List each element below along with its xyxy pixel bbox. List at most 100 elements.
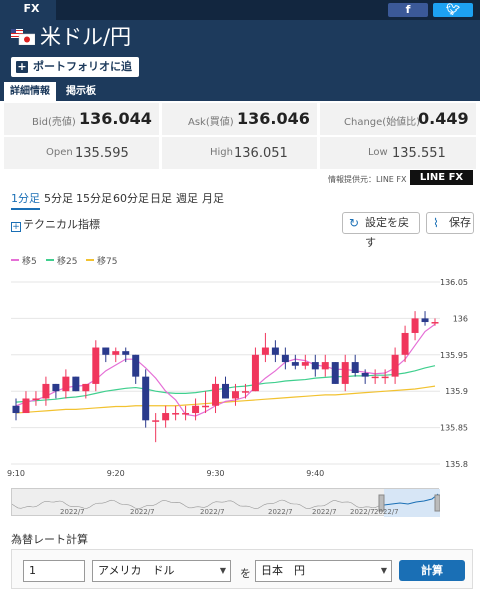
- candle-body: [391, 354, 399, 377]
- page-title: 米ドル/円: [40, 25, 132, 49]
- change-value: 0.449: [418, 109, 469, 128]
- candle-body: [42, 383, 50, 399]
- tab-board[interactable]: 掲示板: [60, 82, 102, 101]
- legend-swatch: [11, 259, 19, 261]
- navigator-date-label: 2022/7: [60, 508, 85, 516]
- candle-body: [241, 391, 249, 393]
- change-cell: Change(始値比) 0.449: [320, 103, 476, 135]
- legend-ma25: 移25: [46, 254, 77, 267]
- period-60min[interactable]: 60分足: [113, 190, 149, 206]
- candle-body: [162, 413, 170, 421]
- period-5min[interactable]: 5分足: [44, 190, 73, 206]
- tab-details[interactable]: 詳細情報: [4, 82, 56, 101]
- low-value: 135.551: [392, 146, 446, 161]
- period-15min[interactable]: 15分足: [76, 190, 112, 206]
- to-currency-select[interactable]: 日本 円: [255, 560, 392, 582]
- candle-body: [261, 347, 269, 355]
- high-value: 136.051: [234, 146, 288, 161]
- y-tick-label: 135.9: [445, 387, 468, 396]
- ask-label: Ask(買値): [188, 117, 234, 128]
- candle-body: [72, 376, 80, 392]
- header: FX f 🐦︎ 米ドル/円 + ポートフォリオに追加: [0, 0, 480, 93]
- x-tick-label: 9:10: [7, 469, 25, 478]
- navigator-date-label: 2022/7: [268, 508, 293, 516]
- legend-ma75: 移75: [86, 254, 117, 267]
- plus-icon: +: [11, 222, 21, 232]
- y-tick-label: 135.85: [440, 424, 468, 433]
- y-tick-label: 135.8: [445, 460, 468, 469]
- candle-body: [321, 362, 329, 370]
- save-button[interactable]: ⌇ 保存: [426, 212, 474, 234]
- candle-body: [32, 398, 40, 400]
- price-chart[interactable]: 136.05 136 135.95 135.9 135.85 135.8 9:10 9:20 9…: [0, 270, 480, 480]
- candle-body: [301, 362, 309, 366]
- candle-body: [122, 351, 130, 355]
- candle-body: [401, 332, 409, 355]
- candle-body: [172, 413, 180, 415]
- twitter-icon[interactable]: 🐦︎: [433, 3, 473, 17]
- paperclip-icon: ⌇: [433, 216, 439, 230]
- fx-tab[interactable]: FX: [8, 0, 55, 20]
- candle-body: [421, 318, 429, 323]
- candle-body: [202, 405, 210, 408]
- legend-ma5-label: 移5: [22, 257, 37, 267]
- y-tick-label: 135.95: [440, 351, 468, 360]
- candle-body: [22, 398, 30, 414]
- ask-value: 136.046: [237, 109, 310, 128]
- navigator-date-label: 2022/7: [312, 508, 337, 516]
- navigator-date-label: 2022/7: [200, 508, 225, 516]
- high-label: High: [210, 147, 233, 158]
- navigator-right-handle: [434, 494, 441, 512]
- change-label: Change(始値比): [344, 117, 421, 128]
- technical-indicator-toggle[interactable]: + テクニカル指標: [11, 216, 100, 232]
- y-tick-label: 136.05: [440, 278, 468, 287]
- range-navigator[interactable]: 2022/7 2022/7 2022/7 2022/7 2022/7 2022/7 2022…: [11, 488, 441, 517]
- line-fx-logo[interactable]: LINE FX: [410, 170, 473, 185]
- from-currency-select[interactable]: アメリカ ドル: [92, 560, 231, 582]
- facebook-icon[interactable]: f: [388, 3, 428, 17]
- candle-body: [212, 383, 220, 406]
- legend-swatch: [46, 259, 54, 261]
- reset-settings-label: 設定を戻す: [365, 216, 409, 249]
- candle-body: [82, 383, 90, 392]
- x-tick-label: 9:20: [107, 469, 125, 478]
- candle-body: [112, 351, 120, 355]
- candle-body: [311, 362, 319, 370]
- technical-indicator-label: テクニカル指標: [23, 218, 100, 231]
- candle-body: [92, 347, 100, 384]
- connector-label: を: [240, 567, 251, 580]
- candle-body: [132, 354, 140, 377]
- candle-body: [192, 405, 200, 414]
- candle-body: [361, 373, 369, 377]
- refresh-icon: ↻: [349, 216, 360, 230]
- candle-body: [381, 376, 389, 379]
- calculate-button[interactable]: 計算: [399, 560, 465, 581]
- reset-settings-button[interactable]: ↻ 設定を戻す: [342, 212, 420, 249]
- period-monthly[interactable]: 月足: [202, 190, 224, 206]
- period-1min[interactable]: 1分足: [11, 190, 40, 210]
- legend-ma5: 移5: [11, 254, 37, 267]
- x-tick-label: 9:30: [207, 469, 225, 478]
- candle-body: [431, 322, 439, 324]
- ask-cell: Ask(買値) 136.046: [162, 103, 317, 135]
- us-jp-flag-icon: [11, 29, 35, 45]
- bid-label: Bid(売値): [32, 117, 76, 128]
- low-label: Low: [368, 147, 388, 158]
- period-daily[interactable]: 日足: [150, 190, 172, 206]
- y-tick-label: 136: [453, 314, 468, 323]
- period-weekly[interactable]: 週足: [176, 190, 198, 206]
- bid-cell: Bid(売値) 136.044: [4, 103, 159, 135]
- open-label: Open: [46, 147, 73, 158]
- add-to-portfolio-button[interactable]: + ポートフォリオに追加: [11, 57, 139, 93]
- candle-body: [62, 376, 70, 392]
- candle-body: [142, 376, 150, 421]
- x-tick-label: 9:40: [306, 469, 324, 478]
- candle-body: [231, 391, 239, 399]
- currency-calculator: 1 アメリカ ドル を 日本 円 計算: [11, 549, 473, 589]
- candle-body: [411, 318, 419, 333]
- from-currency-value: アメリカ ドル: [98, 564, 175, 577]
- navigator-plot: 2022/7 2022/7 2022/7 2022/7 2022/7 2022/7 2022…: [11, 489, 441, 517]
- legend-ma75-label: 移75: [97, 257, 118, 267]
- amount-input[interactable]: 1: [23, 560, 85, 582]
- calculator-title: 為替レート計算: [11, 533, 88, 546]
